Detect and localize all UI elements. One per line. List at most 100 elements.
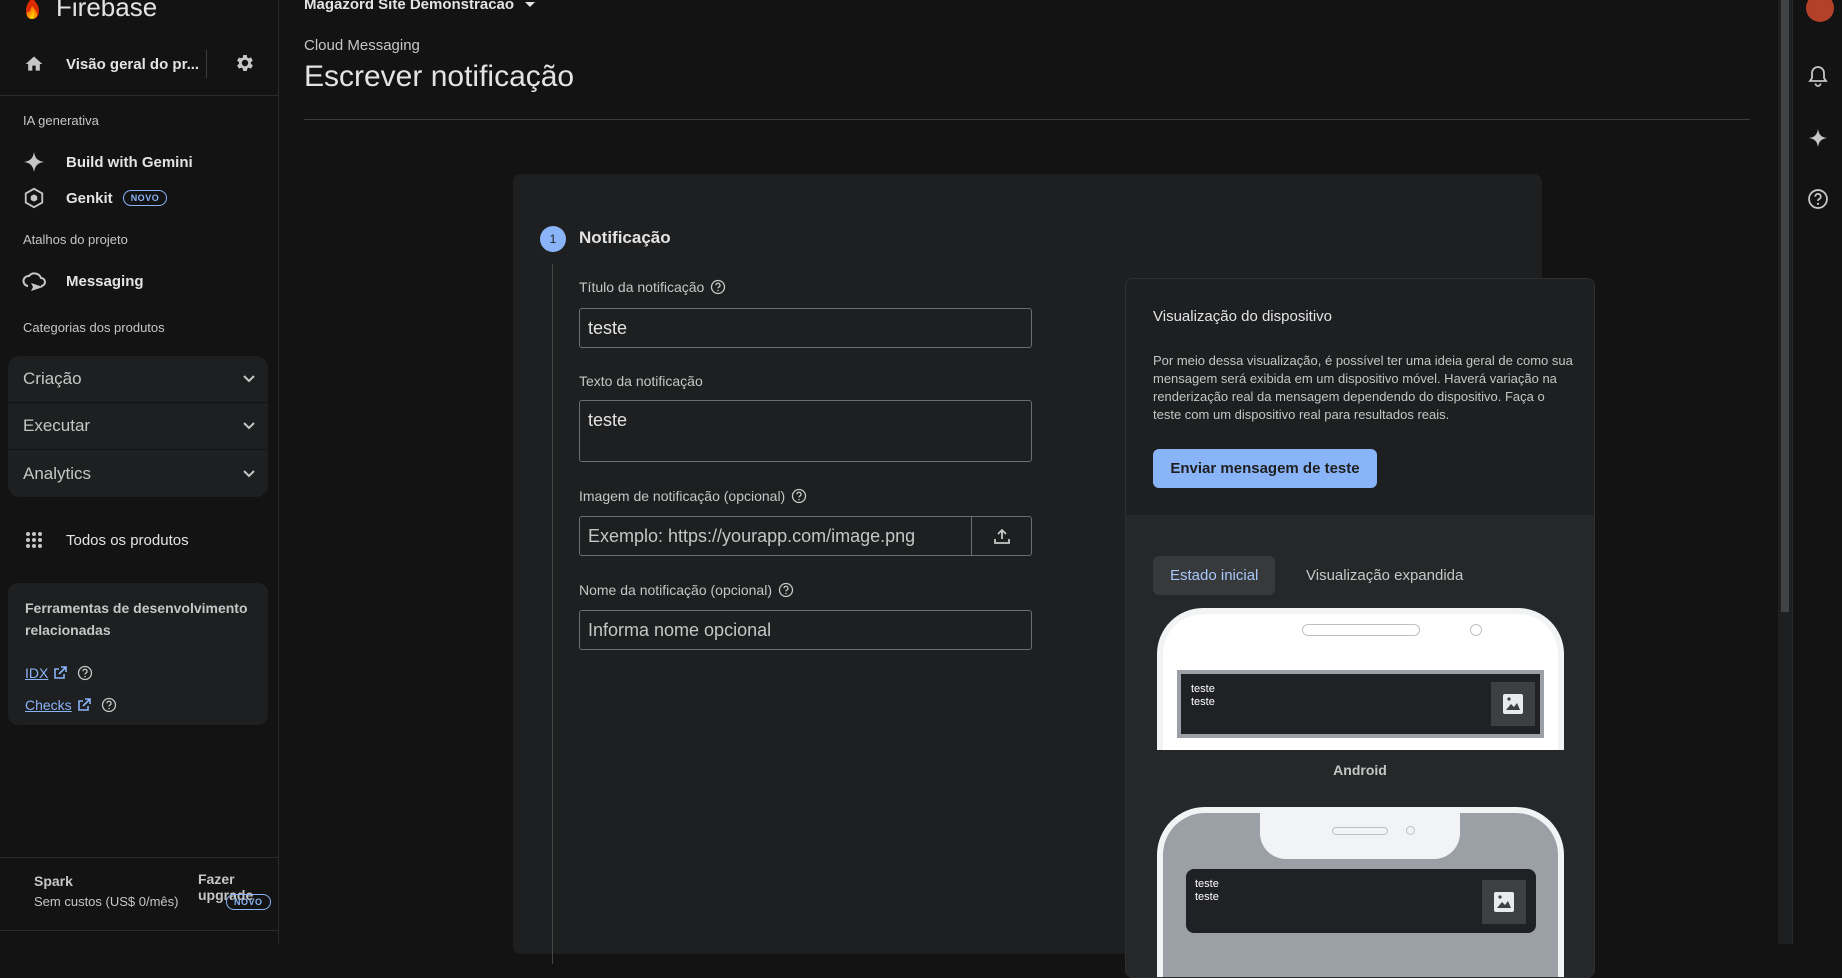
- device-preview-panel: Visualização do dispositivo Por meio des…: [1125, 278, 1595, 978]
- upload-icon: [993, 528, 1010, 544]
- image-label: Imagem de notificação (opcional): [579, 488, 807, 504]
- notification-card: teste teste: [1181, 674, 1540, 734]
- project-selector[interactable]: Magazord Site Demonstracao: [304, 0, 536, 13]
- step-title[interactable]: Notificação: [579, 228, 671, 248]
- help-icon[interactable]: [791, 488, 807, 504]
- notification-title: teste: [1195, 878, 1219, 890]
- plan-name: Spark: [34, 873, 73, 889]
- phone-mockup: teste teste: [1157, 807, 1564, 977]
- cloud-messaging-icon: [22, 269, 46, 293]
- category-analytics[interactable]: Analytics: [8, 450, 268, 497]
- notification-body: teste: [1191, 696, 1215, 708]
- divider: [0, 95, 279, 96]
- scrollbar[interactable]: [1778, 0, 1792, 944]
- tools-title: Ferramentas de desenvolvimento relaciona…: [25, 600, 248, 638]
- sidebar-item-messaging[interactable]: Messaging: [22, 269, 144, 293]
- compose-card: 1 Notificação Título da notificação Text…: [513, 174, 1595, 978]
- help-icon[interactable]: [778, 582, 794, 598]
- category-creation[interactable]: Criação: [8, 356, 268, 403]
- external-link-icon: [77, 698, 91, 711]
- phone-speaker: [1332, 827, 1388, 835]
- divider: [0, 857, 279, 858]
- sparkle-icon: [22, 150, 46, 174]
- new-badge: NOVO: [122, 190, 168, 206]
- notification-body: teste: [1195, 891, 1219, 903]
- category-label: Analytics: [23, 463, 92, 483]
- page-title: Escrever notificação: [304, 60, 575, 93]
- gemini-sparkle-icon[interactable]: [1806, 126, 1830, 150]
- upload-button[interactable]: [972, 516, 1032, 556]
- label-text: Nome da notificação (opcional): [579, 582, 772, 598]
- caret-down-icon: [525, 1, 536, 7]
- idx-link[interactable]: IDX: [25, 665, 93, 681]
- name-label: Nome da notificação (opcional): [579, 582, 794, 598]
- image-placeholder-icon: [1482, 880, 1526, 924]
- divider: [0, 930, 279, 931]
- notification-title-input[interactable]: [579, 308, 1032, 348]
- sidebar-item-overview[interactable]: Visão geral do pr...: [22, 52, 199, 76]
- sidebar-item-all-products[interactable]: Todos os produtos: [22, 528, 189, 552]
- image-placeholder-icon: [1491, 682, 1535, 726]
- sidebar-item-label: Todos os produtos: [66, 531, 189, 549]
- link-label: Checks: [25, 697, 72, 713]
- divider: [206, 50, 207, 78]
- help-icon[interactable]: [710, 279, 726, 295]
- phone-speaker: [1302, 624, 1420, 636]
- section-label-shortcuts: Atalhos do projeto: [23, 232, 128, 247]
- section-label-categories: Categorias dos produtos: [23, 320, 165, 335]
- sidebar-item-label: Build with Gemini: [66, 153, 193, 171]
- checks-link[interactable]: Checks: [25, 697, 117, 713]
- home-icon: [22, 52, 46, 76]
- settings-gear-icon[interactable]: [234, 52, 258, 76]
- section-label-ai: IA generativa: [23, 113, 99, 128]
- notification-text-input[interactable]: teste: [579, 400, 1032, 462]
- chevron-down-icon: [243, 375, 255, 383]
- sidebar: Firebase Visão geral do pr... IA generat…: [0, 0, 279, 944]
- sidebar-item-label: Genkit: [66, 189, 113, 207]
- sidebar-item-gemini[interactable]: Build with Gemini: [22, 150, 193, 174]
- firebase-logo-icon: [26, 0, 39, 19]
- help-icon[interactable]: [77, 665, 93, 681]
- label-text: Título da notificação: [579, 279, 705, 295]
- sidebar-item-genkit[interactable]: Genkit NOVO: [22, 186, 168, 210]
- apps-grid-icon: [22, 528, 46, 552]
- link-label: IDX: [25, 665, 49, 681]
- notification-image-input[interactable]: [579, 516, 972, 556]
- send-test-message-button[interactable]: Enviar mensagem de teste: [1153, 449, 1377, 488]
- step-connector: [552, 264, 553, 964]
- category-run[interactable]: Executar: [8, 403, 268, 450]
- tab-expanded-view[interactable]: Visualização expandida: [1289, 556, 1480, 595]
- bell-icon[interactable]: [1806, 64, 1830, 88]
- sidebar-item-label: Visão geral do pr...: [66, 55, 200, 73]
- chevron-down-icon: [243, 469, 255, 477]
- label-text: Imagem de notificação (opcional): [579, 488, 786, 504]
- new-badge: NOVO: [226, 894, 271, 910]
- phone-mockup: teste teste: [1157, 608, 1564, 750]
- right-rail: [1792, 0, 1842, 944]
- avatar[interactable]: [1806, 0, 1834, 22]
- brand-name: Firebase: [56, 0, 158, 22]
- genkit-hexagon-icon: [22, 186, 46, 210]
- project-name: Magazord Site Demonstracao: [304, 0, 515, 13]
- external-link-icon: [54, 666, 68, 679]
- text-label: Texto da notificação: [579, 373, 703, 389]
- breadcrumb[interactable]: Cloud Messaging: [304, 37, 420, 54]
- step-number: 1: [540, 226, 566, 252]
- preview-title: Visualização do dispositivo: [1153, 308, 1332, 325]
- sidebar-item-label: Messaging: [66, 272, 144, 290]
- help-icon[interactable]: [101, 697, 117, 713]
- divider: [304, 119, 1750, 120]
- preview-header: Visualização do dispositivo Por meio des…: [1126, 279, 1594, 515]
- notification-card: teste teste: [1186, 869, 1536, 933]
- title-label: Título da notificação: [579, 279, 726, 295]
- help-icon[interactable]: [1806, 187, 1830, 211]
- notification-name-input[interactable]: [579, 610, 1032, 650]
- label-text: Texto da notificação: [579, 373, 703, 389]
- chevron-down-icon: [243, 422, 255, 430]
- category-label: Executar: [23, 416, 91, 435]
- phone-camera: [1406, 826, 1415, 835]
- firebase-brand[interactable]: Firebase: [22, 0, 157, 23]
- tab-initial-state[interactable]: Estado inicial: [1153, 556, 1276, 595]
- phone-label: Android: [1333, 762, 1387, 778]
- scrollbar-thumb[interactable]: [1781, 0, 1789, 612]
